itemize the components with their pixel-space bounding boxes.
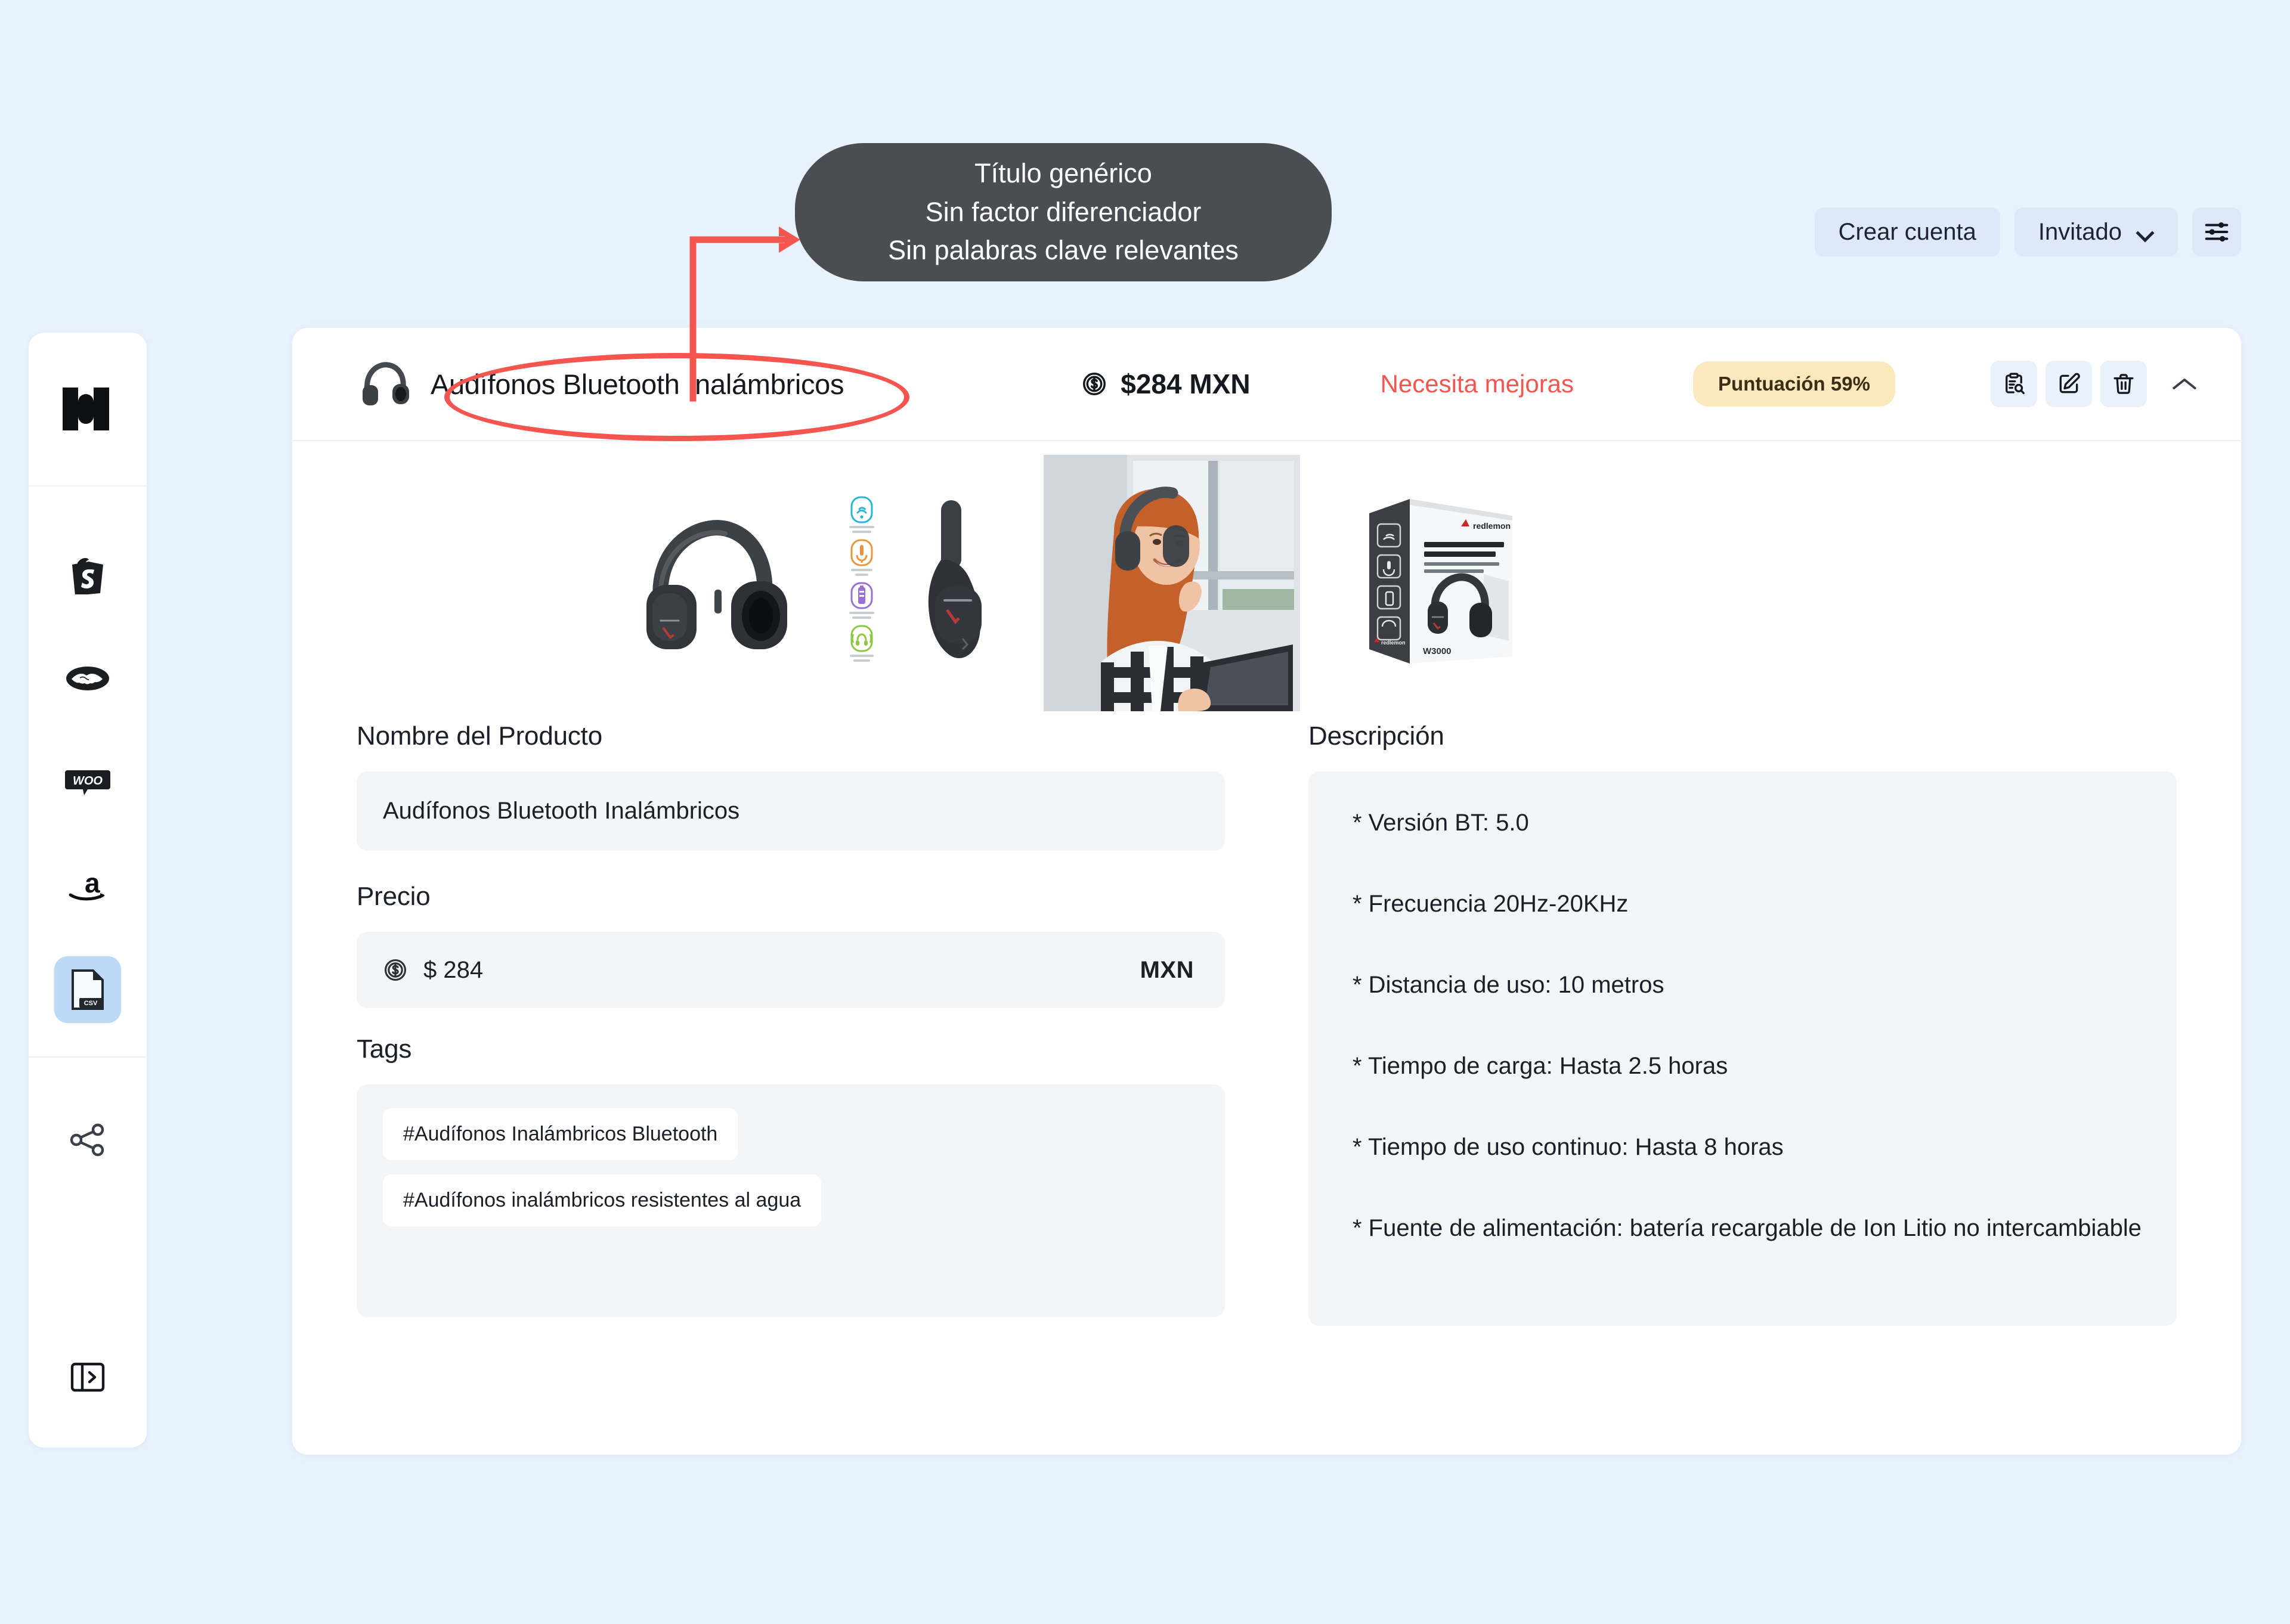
product-card-header: Audífonos Bluetooth Inalámbricos $284 MX… — [292, 328, 2241, 441]
tag-chip[interactable]: #Audífonos Inalámbricos Bluetooth — [383, 1108, 738, 1160]
create-account-label: Crear cuenta — [1839, 219, 1976, 246]
product-image-2[interactable] — [841, 494, 883, 672]
description-line: * Fuente de alimentación: batería recarg… — [1353, 1214, 2133, 1242]
mercadolibre-handshake-icon — [66, 664, 110, 693]
create-account-button[interactable]: Crear cuenta — [1815, 207, 2000, 256]
dollar-circle-icon — [1081, 371, 1107, 397]
product-card-actions — [1991, 361, 2208, 407]
account-menu-label: Invitado — [2038, 219, 2122, 246]
tags-container[interactable]: #Audífonos Inalámbricos Bluetooth #Audíf… — [357, 1084, 1225, 1317]
sidebar-tools — [29, 1058, 147, 1344]
product-image-3[interactable] — [910, 497, 994, 670]
share-nodes-icon — [69, 1123, 106, 1157]
sidebar-item-csv[interactable]: CSV — [54, 956, 121, 1023]
svg-text:W3000: W3000 — [1423, 646, 1452, 656]
product-name-value: Audífonos Bluetooth Inalámbricos — [383, 798, 739, 825]
delete-button[interactable] — [2100, 361, 2147, 407]
svg-text:redlemon: redlemon — [1381, 640, 1406, 646]
sidebar-channels: WOO a CSV — [29, 486, 147, 1058]
product-image-1[interactable] — [626, 509, 805, 658]
product-image-5[interactable]: redlemon W3000 redlemon — [1358, 485, 1525, 681]
right-column: Descripción * Versión BT: 5.0 * Frecuenc… — [1308, 721, 2177, 1326]
account-menu-button[interactable]: Invitado — [2014, 207, 2178, 256]
audit-button[interactable] — [1991, 361, 2037, 407]
csv-file-icon: CSV — [70, 969, 105, 1011]
sidebar-item-woocommerce[interactable]: WOO — [54, 749, 121, 816]
description-line: * Versión BT: 5.0 — [1353, 808, 2133, 837]
svg-text:CSV: CSV — [84, 1000, 98, 1007]
chevron-down-icon — [2137, 227, 2154, 237]
description-box[interactable]: * Versión BT: 5.0 * Frecuencia 20Hz-20KH… — [1308, 771, 2177, 1326]
nu-logo-mark — [60, 384, 115, 434]
description-line: * Tiempo de uso continuo: Hasta 8 horas — [1353, 1133, 2133, 1161]
panel-expand-icon — [70, 1360, 106, 1394]
sidebar-item-amazon[interactable]: a — [54, 853, 121, 919]
sidebar-item-shopify[interactable] — [54, 541, 121, 608]
amazon-a-smile-icon: a — [67, 869, 109, 903]
price-value: $ 284 — [423, 957, 483, 984]
shopify-bag-icon — [69, 555, 106, 594]
product-gallery: redlemon W3000 redlemon — [292, 441, 2241, 698]
app-sidebar: WOO a CSV — [29, 333, 147, 1448]
sidebar-item-share[interactable] — [54, 1107, 121, 1173]
edit-button[interactable] — [2045, 361, 2092, 407]
top-header-actions: Crear cuenta Invitado — [1815, 207, 2241, 256]
product-title: Audífonos Bluetooth Inalámbricos — [431, 368, 844, 401]
sidebar-item-toggle[interactable] — [54, 1344, 121, 1411]
product-audit-card: Audífonos Bluetooth Inalámbricos $284 MX… — [292, 328, 2241, 1455]
settings-button[interactable] — [2192, 207, 2241, 256]
svg-text:WOO: WOO — [73, 774, 103, 788]
description-line: * Distancia de uso: 10 metros — [1353, 971, 2133, 999]
product-name-input[interactable]: Audífonos Bluetooth Inalámbricos — [357, 771, 1225, 851]
tag-chip[interactable]: #Audífonos inalámbricos resistentes al a… — [383, 1174, 821, 1226]
description-line: * Frecuencia 20Hz-20KHz — [1353, 890, 2133, 918]
annotation-line: Título genérico — [974, 157, 1152, 191]
svg-text:redlemon: redlemon — [1473, 521, 1511, 531]
sidebar-footer — [29, 1344, 147, 1448]
pencil-edit-icon — [2056, 371, 2081, 396]
chevron-up-icon — [2171, 375, 2198, 393]
sidebar-logo[interactable] — [29, 333, 147, 486]
tags-label: Tags — [357, 1034, 1225, 1064]
annotation-line: Sin palabras clave relevantes — [888, 234, 1239, 268]
product-image-4[interactable] — [1044, 455, 1300, 711]
price-input[interactable]: $ 284 MXN — [357, 932, 1225, 1008]
dollar-circle-icon — [383, 957, 408, 983]
price-label: Precio — [357, 882, 1225, 912]
price-text: $284 MXN — [1121, 368, 1250, 400]
headphones-product-thumb — [357, 355, 414, 413]
annotation-line: Sin factor diferenciador — [926, 196, 1202, 230]
description-line: * Tiempo de carga: Hasta 2.5 horas — [1353, 1052, 2133, 1080]
sliders-settings-icon — [2203, 218, 2230, 246]
annotation-callout: Título genérico Sin factor diferenciador… — [795, 143, 1332, 281]
woocommerce-woo-icon: WOO — [65, 768, 110, 796]
trash-delete-icon — [2111, 371, 2136, 396]
description-label: Descripción — [1308, 721, 2177, 751]
svg-text:a: a — [85, 869, 100, 898]
collapse-button[interactable] — [2161, 361, 2208, 407]
product-detail-columns: Nombre del Producto Audífonos Bluetooth … — [292, 698, 2241, 1326]
price-currency: MXN — [1140, 957, 1194, 984]
product-price-display: $284 MXN — [1081, 368, 1250, 400]
sidebar-item-mercadolibre[interactable] — [54, 645, 121, 712]
status-badge: Puntuación 59% — [1693, 361, 1895, 407]
status-text: Necesita mejoras — [1381, 370, 1574, 398]
clipboard-search-icon — [2001, 371, 2026, 396]
left-column: Nombre del Producto Audífonos Bluetooth … — [357, 721, 1225, 1326]
product-name-label: Nombre del Producto — [357, 721, 1225, 751]
